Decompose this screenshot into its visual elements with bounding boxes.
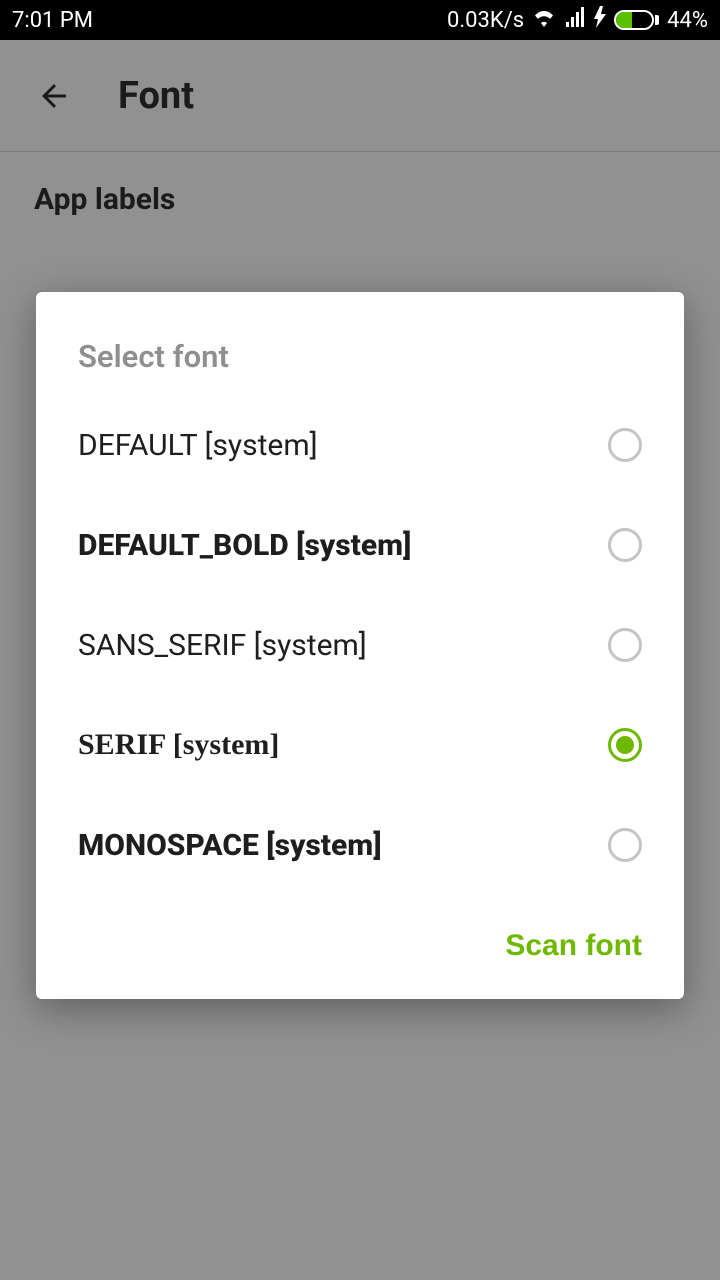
radio-icon [608,828,642,862]
font-option-default-bold[interactable]: DEFAULT_BOLD [system] [78,495,642,595]
scan-font-button[interactable]: Scan font [505,929,642,963]
charging-icon [594,6,606,34]
font-option-label: SERIF [system] [78,728,279,762]
status-bar: 7:01 PM 0.03K/s 44% [0,0,720,40]
signal-icon [564,7,586,33]
page: Font App labels Select font DEFAULT [sys… [0,40,720,1280]
font-option-sans-serif[interactable]: SANS_SERIF [system] [78,595,642,695]
font-option-label: SANS_SERIF [system] [78,628,367,663]
status-battery-pct: 44% [667,8,708,33]
radio-icon-selected [608,728,642,762]
radio-icon [608,528,642,562]
select-font-dialog: Select font DEFAULT [system] DEFAULT_BOL… [36,292,684,999]
dialog-title: Select font [36,292,684,395]
status-netspeed: 0.03K/s [447,8,524,33]
radio-icon [608,628,642,662]
font-option-label: DEFAULT_BOLD [system] [78,528,411,563]
font-option-label: MONOSPACE [system] [78,828,382,863]
font-option-monospace[interactable]: MONOSPACE [system] [78,795,642,895]
font-options-list: DEFAULT [system] DEFAULT_BOLD [system] S… [36,395,684,895]
wifi-icon [532,7,556,33]
font-option-default[interactable]: DEFAULT [system] [78,395,642,495]
radio-icon [608,428,642,462]
font-option-label: DEFAULT [system] [78,428,318,463]
font-option-serif[interactable]: SERIF [system] [78,695,642,795]
battery-icon [614,10,659,30]
status-time: 7:01 PM [12,8,93,33]
